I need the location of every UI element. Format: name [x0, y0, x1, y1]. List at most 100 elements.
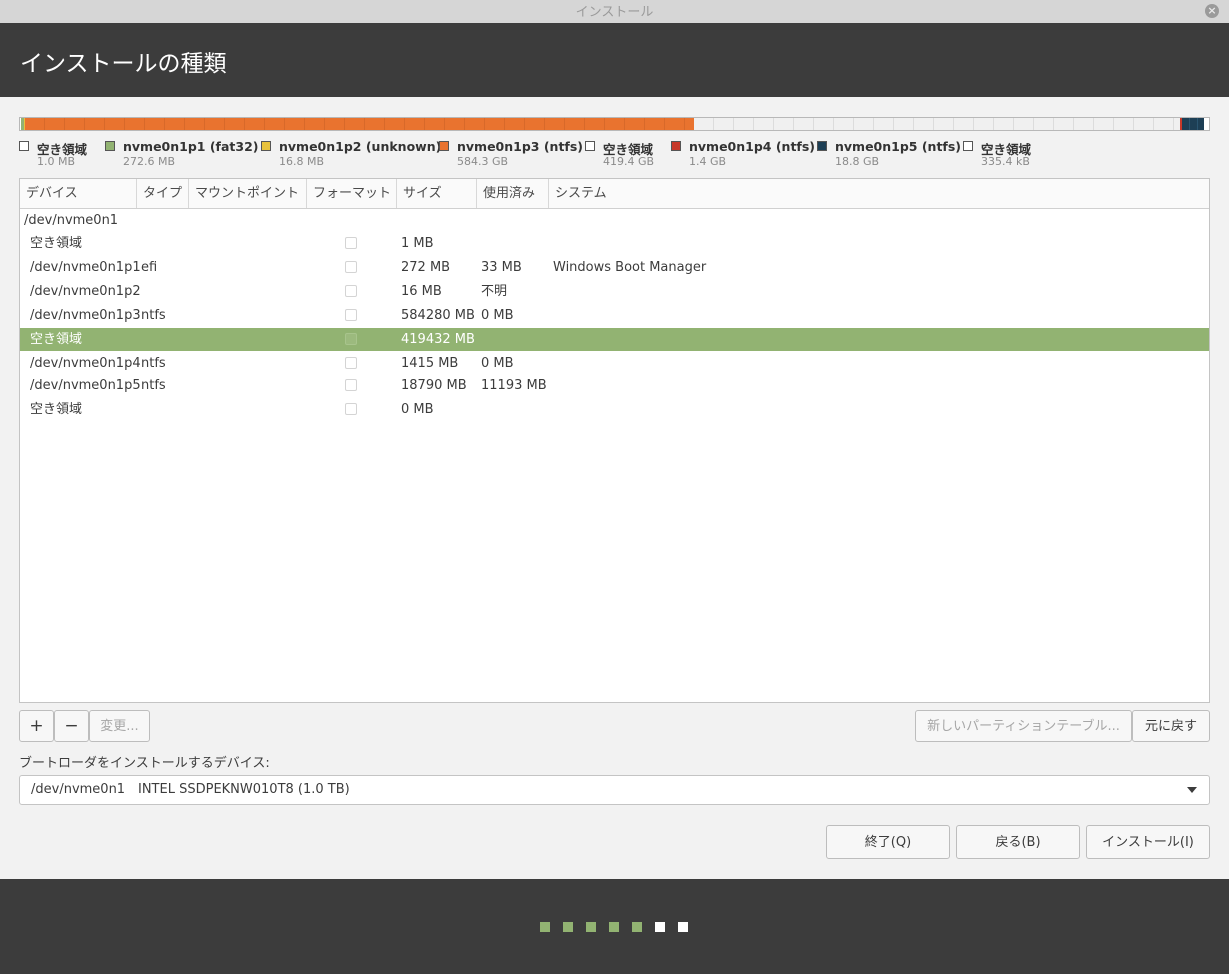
- row-device: /dev/nvme0n1p2: [30, 284, 141, 299]
- row-size: 16 MB: [401, 284, 442, 299]
- legend-swatch: [963, 141, 973, 151]
- legend-size: 584.3 GB: [457, 155, 509, 168]
- disk-name: /dev/nvme0n1: [24, 213, 119, 228]
- row-size: 1415 MB: [401, 356, 459, 371]
- partition-bar: [19, 117, 1210, 131]
- row-size: 272 MB: [401, 260, 451, 275]
- format-checkbox[interactable]: [345, 237, 357, 249]
- progress-dot-pending: [678, 922, 688, 932]
- column-header[interactable]: 使用済み: [477, 179, 549, 208]
- legend-size: 419.4 GB: [603, 155, 655, 168]
- row-system: Windows Boot Manager: [553, 260, 707, 275]
- row-size: 419432 MB: [401, 332, 475, 347]
- row-type: ntfs: [141, 378, 166, 393]
- table-row[interactable]: 空き領域 0 MB: [20, 398, 1209, 421]
- legend-swatch: [439, 141, 449, 151]
- table-row[interactable]: /dev/nvme0n1p3 ntfs 584280 MB 0 MB: [20, 304, 1209, 327]
- column-header[interactable]: サイズ: [397, 179, 477, 208]
- page-title: インストールの種類: [20, 51, 227, 77]
- progress-dot-done: [563, 922, 573, 932]
- format-checkbox[interactable]: [345, 357, 357, 369]
- row-size: 18790 MB: [401, 378, 467, 393]
- table-row[interactable]: /dev/nvme0n1p1 efi 272 MB 33 MB Windows Boot…: [20, 256, 1209, 279]
- progress-dot-done: [609, 922, 619, 932]
- legend-name: nvme0n1p5 (ntfs): [835, 139, 962, 154]
- column-header[interactable]: タイプ: [137, 179, 189, 208]
- partition-bar-segment: [25, 118, 695, 130]
- partition-bar-segment: [694, 118, 1181, 130]
- row-device: 空き領域: [30, 236, 83, 251]
- legend-swatch: [817, 141, 827, 151]
- bootloader-label: ブートローダをインストールするデバイス:: [19, 756, 270, 771]
- progress-dot-done: [586, 922, 596, 932]
- row-device: 空き領域: [30, 332, 83, 347]
- legend-swatch: [585, 141, 595, 151]
- change-partition-button[interactable]: 変更...: [89, 710, 150, 742]
- row-device: 空き領域: [30, 402, 83, 417]
- row-device: /dev/nvme0n1p3: [30, 308, 141, 323]
- column-header[interactable]: デバイス: [20, 179, 137, 208]
- new-partition-table-button[interactable]: 新しいパーティションテーブル...: [915, 710, 1132, 742]
- legend-swatch: [261, 141, 271, 151]
- format-checkbox[interactable]: [345, 309, 357, 321]
- column-header[interactable]: マウントポイント: [189, 179, 307, 208]
- legend-size: 1.4 GB: [689, 155, 727, 168]
- table-row[interactable]: /dev/nvme0n1p5 ntfs 18790 MB 11193 MB: [20, 374, 1209, 397]
- disk-row[interactable]: /dev/nvme0n1: [20, 209, 1209, 232]
- legend-size: 335.4 kB: [981, 155, 1030, 168]
- format-checkbox[interactable]: [345, 285, 357, 297]
- format-checkbox[interactable]: [345, 333, 357, 345]
- window-title: インストール: [575, 5, 654, 20]
- table-header: デバイス タイプ マウントポイント フォーマット サイズ 使用済み システム: [20, 179, 1209, 209]
- quit-button[interactable]: 終了(Q): [826, 825, 950, 859]
- row-type: ntfs: [141, 356, 166, 371]
- window-titlebar: インストール ×: [0, 0, 1229, 23]
- legend-size: 272.6 MB: [123, 155, 176, 168]
- legend-size: 16.8 MB: [279, 155, 325, 168]
- legend-name: nvme0n1p4 (ntfs): [689, 139, 816, 154]
- legend-name: nvme0n1p3 (ntfs): [457, 139, 584, 154]
- bootloader-device-select[interactable]: /dev/nvme0n1 INTEL SSDPEKNW010T8 (1.0 TB…: [19, 775, 1210, 805]
- row-device: /dev/nvme0n1p4: [30, 356, 141, 371]
- legend-size: 18.8 GB: [835, 155, 880, 168]
- table-row[interactable]: /dev/nvme0n1p4 ntfs 1415 MB 0 MB: [20, 352, 1209, 375]
- legend-size: 1.0 MB: [37, 155, 76, 168]
- table-row[interactable]: /dev/nvme0n1p2 16 MB 不明: [20, 280, 1209, 303]
- format-checkbox[interactable]: [345, 379, 357, 391]
- row-size: 0 MB: [401, 402, 434, 417]
- footer-progress: [0, 879, 1229, 974]
- column-header[interactable]: フォーマット: [307, 179, 397, 208]
- revert-button[interactable]: 元に戻す: [1132, 710, 1210, 742]
- back-button[interactable]: 戻る(B): [956, 825, 1080, 859]
- legend-name: nvme0n1p1 (fat32): [123, 139, 259, 154]
- page-header: インストールの種類: [0, 23, 1229, 97]
- install-button[interactable]: インストール(I): [1086, 825, 1210, 859]
- row-used: 0 MB: [481, 308, 514, 323]
- chevron-down-icon: [1187, 787, 1197, 793]
- table-row[interactable]: 空き領域 1 MB: [20, 232, 1209, 255]
- format-checkbox[interactable]: [345, 403, 357, 415]
- progress-dot-done: [540, 922, 550, 932]
- column-header[interactable]: システム: [549, 179, 749, 208]
- row-device: /dev/nvme0n1p1: [30, 260, 141, 275]
- row-type: efi: [141, 260, 158, 275]
- close-icon[interactable]: ×: [1205, 4, 1219, 18]
- progress-dot-pending: [655, 922, 665, 932]
- partition-table[interactable]: デバイス タイプ マウントポイント フォーマット サイズ 使用済み システム /dev/nv…: [19, 178, 1210, 703]
- table-row[interactable]: 空き領域 419432 MB: [20, 328, 1209, 351]
- remove-partition-button[interactable]: −: [54, 710, 89, 742]
- partition-legend: 空き領域 1.0 MB nvme0n1p1 (fat32) 272.6 MB nvme0…: [19, 139, 1219, 173]
- format-checkbox[interactable]: [345, 261, 357, 273]
- legend-swatch: [19, 141, 29, 151]
- row-used: 11193 MB: [481, 378, 547, 393]
- bootloader-device: /dev/nvme0n1: [31, 782, 126, 797]
- row-used: 33 MB: [481, 260, 522, 275]
- add-partition-button[interactable]: +: [19, 710, 54, 742]
- partition-bar-segment: [1181, 118, 1205, 130]
- row-used: 不明: [481, 284, 508, 299]
- legend-name: nvme0n1p2 (unknown): [279, 139, 442, 154]
- bootloader-model: INTEL SSDPEKNW010T8 (1.0 TB): [138, 782, 350, 797]
- row-used: 0 MB: [481, 356, 514, 371]
- row-type: ntfs: [141, 308, 166, 323]
- row-size: 1 MB: [401, 236, 434, 251]
